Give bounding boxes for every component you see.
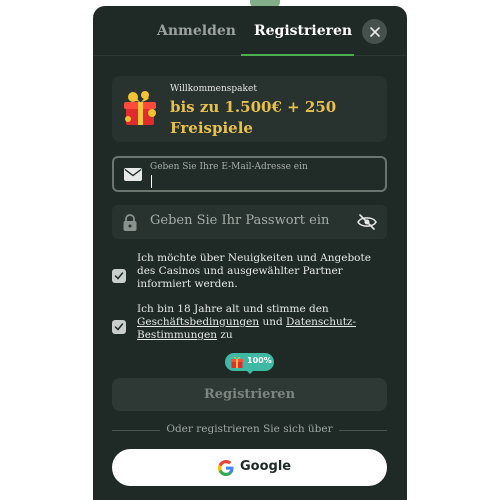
terms-and: und bbox=[262, 316, 283, 328]
promo-freespins: Freispiele bbox=[170, 119, 253, 137]
divider-line-right bbox=[339, 430, 387, 431]
lock-icon bbox=[123, 214, 137, 231]
checkmark-icon bbox=[114, 272, 124, 280]
social-divider: Oder registrieren Sie sich über bbox=[112, 423, 387, 437]
register-button[interactable]: Registrieren bbox=[112, 378, 387, 411]
terms-text: Ich bin 18 Jahre alt und stimme den Gesch… bbox=[137, 303, 387, 342]
text-cursor bbox=[151, 175, 152, 188]
gift-icon bbox=[124, 91, 156, 125]
progress-value: 100% bbox=[247, 356, 272, 365]
badge-pointer bbox=[246, 370, 254, 374]
registration-modal: Anmelden Registrieren Willkommenspaket b… bbox=[93, 6, 407, 500]
google-signin-button[interactable]: Google bbox=[112, 449, 387, 486]
newsletter-checkbox[interactable] bbox=[112, 269, 126, 283]
eye-slash-icon[interactable] bbox=[357, 214, 377, 230]
tab-login[interactable]: Anmelden bbox=[157, 23, 236, 39]
promo-amount: bis zu 1.500€ + 250 bbox=[170, 98, 337, 116]
email-label: Geben Sie Ihre E-Mail-Adresse ein bbox=[150, 162, 308, 172]
gift-icon bbox=[231, 356, 243, 368]
terms-checkbox[interactable] bbox=[112, 320, 126, 334]
auth-tabs: Anmelden Registrieren bbox=[93, 6, 407, 56]
close-icon bbox=[369, 26, 380, 37]
mail-icon bbox=[124, 168, 142, 181]
active-tab-indicator bbox=[241, 54, 354, 56]
password-field[interactable]: Geben Sie Ihr Passwort ein bbox=[112, 205, 387, 239]
terms-prefix: Ich bin 18 Jahre alt und stimme den bbox=[137, 303, 329, 315]
welcome-bonus-banner: Willkommenspaket bis zu 1.500€ + 250 Fre… bbox=[112, 76, 387, 142]
bonus-progress-badge: 100% bbox=[225, 353, 274, 371]
email-field[interactable]: Geben Sie Ihre E-Mail-Adresse ein bbox=[112, 156, 387, 192]
tab-register[interactable]: Registrieren bbox=[254, 23, 352, 39]
terms-suffix: zu bbox=[220, 329, 233, 341]
terms-link[interactable]: Geschäftsbedingungen bbox=[137, 316, 259, 328]
promo-label: Willkommenspaket bbox=[170, 84, 257, 94]
newsletter-text: Ich möchte über Neuigkeiten und Angebote… bbox=[137, 252, 371, 290]
checkmark-icon bbox=[114, 323, 124, 331]
divider-text: Oder registrieren Sie sich über bbox=[166, 423, 333, 435]
password-placeholder: Geben Sie Ihr Passwort ein bbox=[150, 213, 330, 228]
google-label: Google bbox=[240, 459, 292, 474]
google-icon bbox=[218, 460, 234, 476]
close-button[interactable] bbox=[362, 19, 387, 44]
